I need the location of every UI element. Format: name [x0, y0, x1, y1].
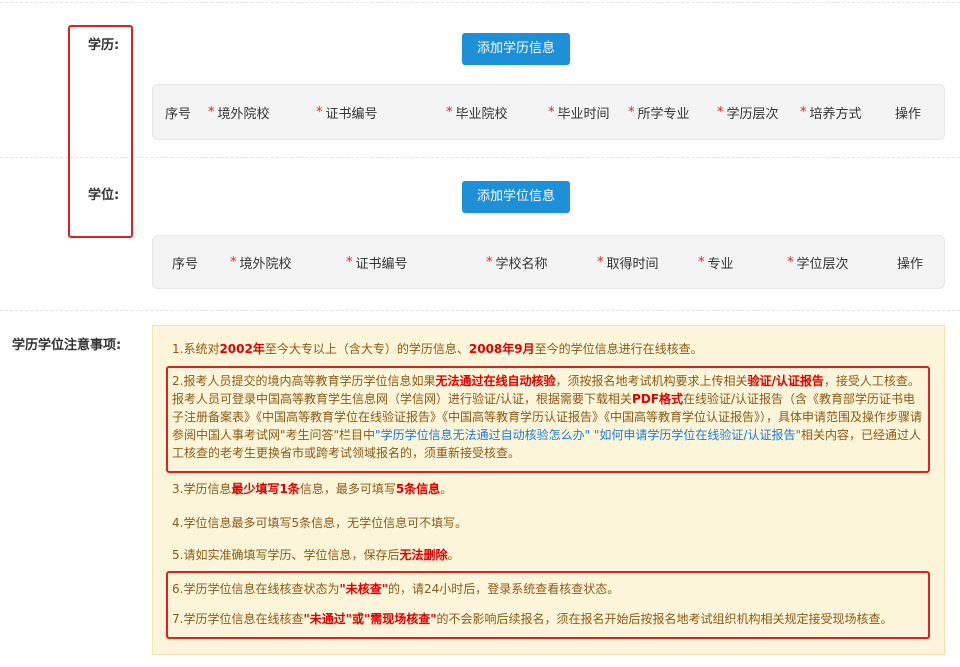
note-4: 4.学位信息最多可填写5条信息，无学位信息可不填写。 [172, 516, 468, 530]
edu-col-action: 操作 [895, 106, 922, 122]
note-6-7-highlight-box [166, 571, 930, 639]
edu-col-index: 序号 [165, 106, 192, 122]
labels-highlight-box [68, 25, 133, 238]
edu-col-major: * 所学专业 [628, 104, 690, 122]
section-divider-2 [0, 310, 960, 311]
note-5: 5.请如实准确填写学历、学位信息，保存后无法删除。 [172, 548, 460, 562]
edu-col-level: * 学历层次 [717, 104, 779, 122]
deg-col-time: * 取得时间 [597, 254, 659, 272]
deg-col-index: 序号 [172, 256, 199, 272]
deg-col-action: 操作 [897, 256, 924, 272]
edu-col-cert-no: * 证书编号 [316, 104, 378, 122]
edu-col-grad-school: * 毕业院校 [446, 104, 508, 122]
edu-col-mode: * 培养方式 [800, 104, 862, 122]
top-divider [0, 2, 960, 3]
deg-col-cert-no: * 证书编号 [346, 254, 408, 272]
edu-col-grad-time: * 毕业时间 [548, 104, 610, 122]
degree-table-header: 序号 * 境外院校 * 证书编号 * 学校名称 * 取得时间 * 专业 * 学位层次 操作 [152, 235, 945, 289]
deg-col-overseas: * 境外院校 [230, 254, 292, 272]
education-table-header: 序号 * 境外院校 * 证书编号 * 毕业院校 * 毕业时间 * 所学专业 * 学历层次 *… [152, 84, 945, 140]
note-1: 1.系统对2002年至今大专以上（含大专）的学历信息、2008年9月至今的学位信… [172, 342, 703, 356]
edu-col-overseas: * 境外院校 [208, 104, 270, 122]
add-education-button[interactable]: 添加学历信息 [462, 33, 570, 65]
note-3: 3.学历信息最少填写1条信息，最多可填写5条信息。 [172, 482, 453, 496]
section-divider [0, 157, 960, 158]
deg-col-school: * 学校名称 [486, 254, 548, 272]
deg-col-major: * 专业 [698, 254, 734, 272]
add-degree-button[interactable]: 添加学位信息 [462, 181, 570, 213]
note-2-highlight-box [166, 366, 930, 473]
notes-label: 学历学位注意事项: [12, 338, 122, 353]
deg-col-level: * 学位层次 [787, 254, 849, 272]
